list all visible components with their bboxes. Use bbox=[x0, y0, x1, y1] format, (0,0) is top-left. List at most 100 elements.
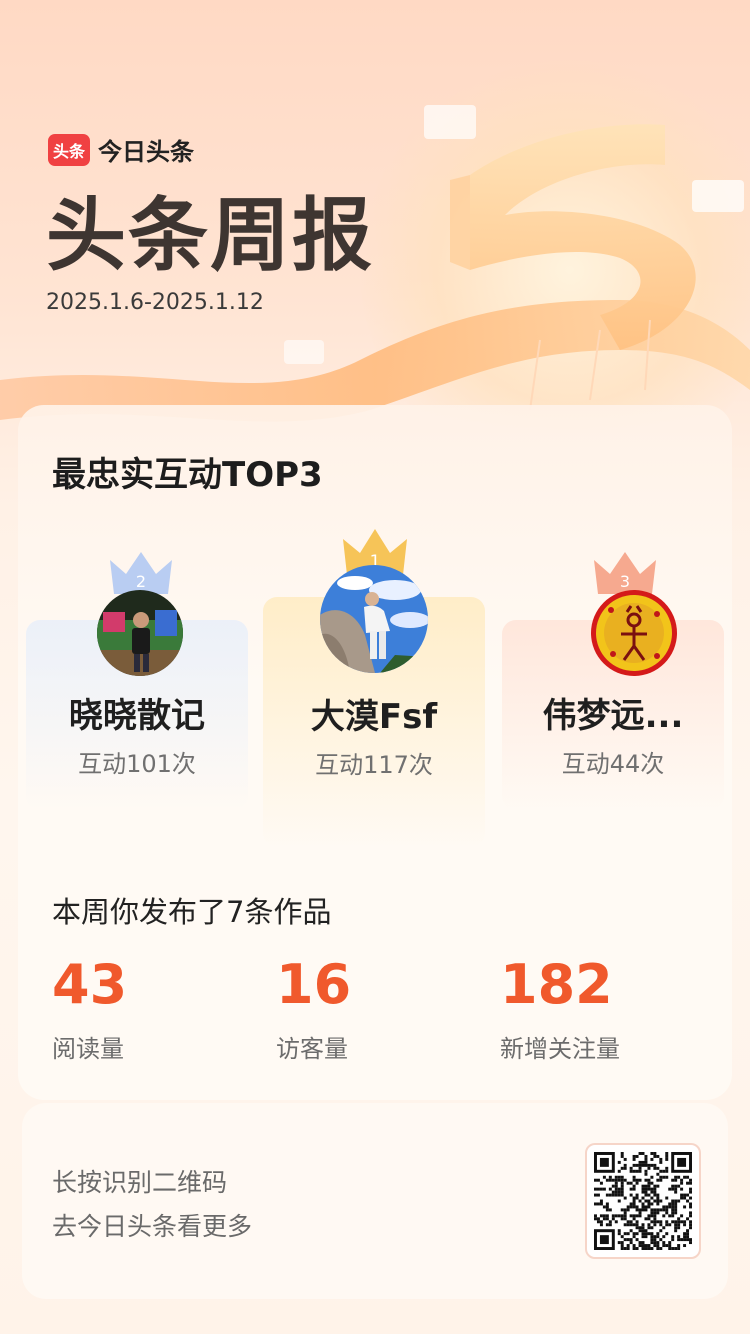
qr-module bbox=[659, 1178, 663, 1182]
qr-module bbox=[599, 1214, 603, 1218]
qr-module bbox=[605, 1193, 609, 1197]
qr-module bbox=[686, 1232, 690, 1236]
qr-module bbox=[650, 1220, 654, 1224]
qr-module bbox=[689, 1226, 692, 1230]
qr-module bbox=[647, 1181, 651, 1185]
qr-module bbox=[623, 1247, 627, 1250]
qr-module bbox=[605, 1202, 609, 1206]
qr-module bbox=[605, 1205, 609, 1209]
qr-module bbox=[617, 1199, 621, 1203]
qr-module bbox=[632, 1199, 636, 1203]
qr-module bbox=[626, 1223, 630, 1227]
qr-module bbox=[674, 1199, 678, 1203]
stat-new-followers: 182 新增关注量 bbox=[500, 953, 620, 1064]
qr-module bbox=[677, 1199, 681, 1203]
avatar[interactable] bbox=[320, 565, 428, 673]
qr-module bbox=[614, 1214, 618, 1218]
qr-module bbox=[641, 1202, 645, 1206]
stat-reads: 43 阅读量 bbox=[52, 953, 127, 1064]
qr-module bbox=[674, 1211, 678, 1215]
qr-module bbox=[665, 1205, 669, 1209]
qr-module bbox=[668, 1205, 672, 1209]
qr-module bbox=[596, 1220, 600, 1224]
qr-module bbox=[620, 1217, 624, 1221]
qr-module bbox=[665, 1169, 669, 1173]
qr-module bbox=[644, 1178, 648, 1182]
qr-module bbox=[641, 1190, 645, 1194]
qr-module bbox=[659, 1229, 663, 1233]
qr-module bbox=[677, 1217, 681, 1221]
qr-module bbox=[614, 1193, 618, 1197]
qr-module bbox=[659, 1247, 663, 1250]
qr-module bbox=[650, 1181, 654, 1185]
qr-module bbox=[647, 1226, 651, 1230]
qr-module bbox=[638, 1214, 642, 1218]
qr-module bbox=[653, 1223, 657, 1227]
weekly-report-card: 最忠实互动TOP3 2 晓晓散记 互动101次 1 大漠Fsf 互动117次 3… bbox=[18, 405, 732, 1100]
qr-module bbox=[686, 1235, 690, 1239]
qr-module bbox=[644, 1154, 648, 1158]
qr-module bbox=[650, 1238, 654, 1242]
avatar[interactable] bbox=[591, 590, 677, 676]
qr-module bbox=[594, 1202, 597, 1206]
qr-module bbox=[650, 1247, 654, 1250]
qr-module bbox=[665, 1175, 669, 1179]
qr-module bbox=[602, 1214, 606, 1218]
qr-module bbox=[608, 1187, 612, 1191]
qr-module bbox=[644, 1232, 648, 1236]
qr-module bbox=[659, 1223, 663, 1227]
qr-module bbox=[644, 1187, 648, 1191]
qr-module bbox=[680, 1193, 684, 1197]
qr-module bbox=[674, 1202, 678, 1206]
qr-module bbox=[647, 1205, 651, 1209]
qr-module bbox=[617, 1193, 621, 1197]
qr-module bbox=[671, 1238, 675, 1242]
qr-module bbox=[689, 1241, 692, 1245]
qr-module bbox=[650, 1187, 654, 1191]
qr-module bbox=[635, 1205, 639, 1209]
qr-module bbox=[623, 1211, 627, 1215]
qr-module bbox=[677, 1235, 681, 1239]
qr-module bbox=[647, 1178, 651, 1182]
qr-module bbox=[683, 1196, 687, 1200]
qr-module bbox=[596, 1202, 600, 1206]
qr-module bbox=[686, 1238, 690, 1242]
qr-module bbox=[650, 1226, 654, 1230]
qr-module bbox=[665, 1154, 669, 1158]
qr-module bbox=[629, 1181, 633, 1185]
qr-module bbox=[623, 1196, 627, 1200]
qr-module bbox=[641, 1196, 645, 1200]
qr-module bbox=[659, 1157, 663, 1161]
qr-module bbox=[641, 1163, 645, 1167]
qr-module bbox=[599, 1181, 603, 1185]
stat-value: 16 bbox=[276, 953, 352, 1016]
qr-module bbox=[647, 1187, 651, 1191]
qr-module bbox=[620, 1184, 624, 1188]
qr-module bbox=[665, 1223, 669, 1227]
qr-module bbox=[644, 1172, 648, 1176]
qr-module bbox=[674, 1223, 678, 1227]
qr-code[interactable] bbox=[585, 1143, 701, 1259]
bronze-crown-icon: 3 bbox=[594, 552, 656, 594]
qr-module bbox=[644, 1244, 648, 1248]
qr-module bbox=[605, 1178, 609, 1182]
qr-module bbox=[641, 1160, 645, 1164]
fan-interaction-count: 互动117次 bbox=[315, 751, 433, 779]
qr-module bbox=[632, 1244, 636, 1248]
qr-module bbox=[632, 1205, 636, 1209]
qr-module bbox=[659, 1175, 663, 1179]
qr-module bbox=[635, 1238, 639, 1242]
qr-module bbox=[665, 1157, 669, 1161]
qr-module bbox=[656, 1232, 660, 1236]
qr-module bbox=[641, 1187, 645, 1191]
qr-module bbox=[626, 1181, 630, 1185]
qr-module bbox=[614, 1181, 618, 1185]
qr-module bbox=[683, 1235, 687, 1239]
qr-module bbox=[620, 1214, 624, 1218]
qr-module bbox=[656, 1247, 660, 1250]
qr-module bbox=[662, 1235, 666, 1239]
avatar[interactable] bbox=[97, 590, 183, 676]
qr-module bbox=[647, 1247, 651, 1250]
qr-module bbox=[689, 1178, 692, 1182]
qr-module bbox=[641, 1241, 645, 1245]
